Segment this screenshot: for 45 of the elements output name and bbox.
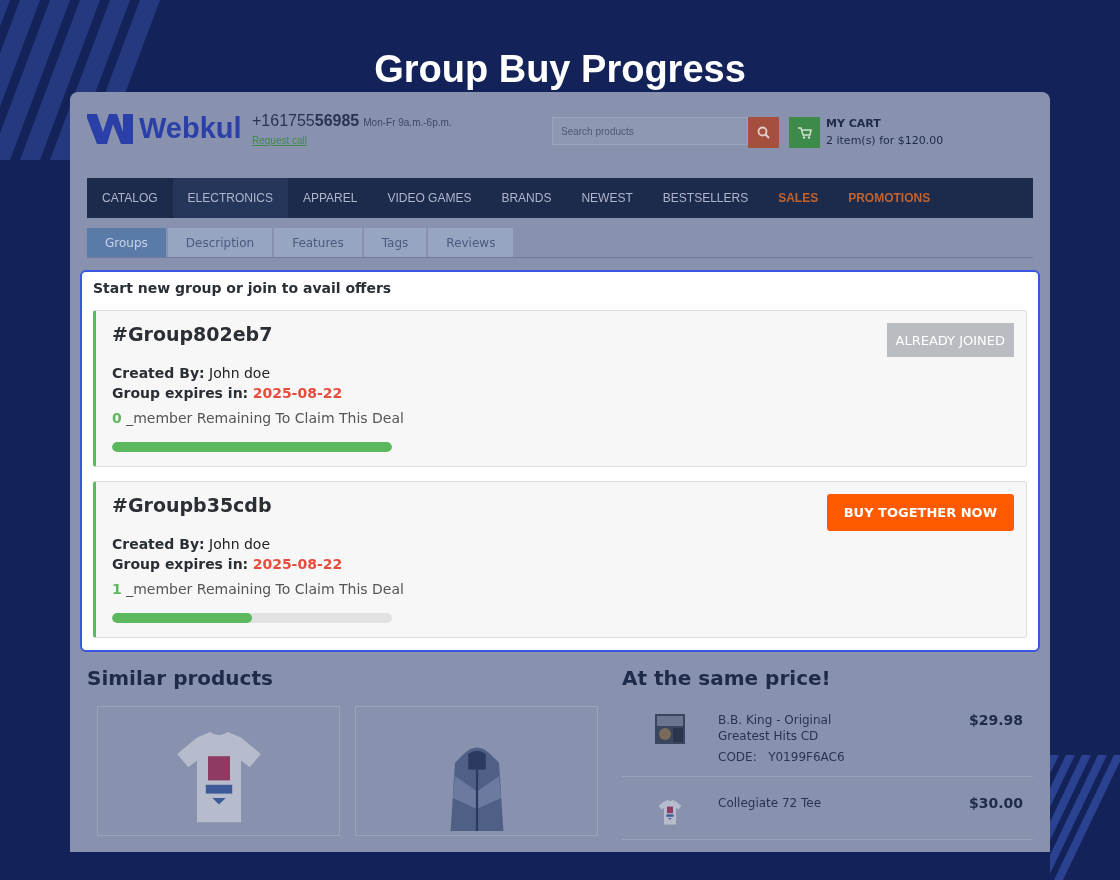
nav-item[interactable]: PROMOTIONS [833,178,946,218]
members-remaining: 1 _member Remaining To Claim This Deal [112,581,405,597]
cart-title: MY CART [826,117,882,130]
nav-item[interactable]: BESTSELLERS [647,178,764,218]
product-card[interactable] [97,706,340,836]
nav-item[interactable]: ELECTRONICS [172,178,288,218]
tab[interactable]: Description [167,228,273,257]
phone-number: +16175556985 [252,112,360,129]
group-name: #Groupb35cdb [112,494,272,516]
product-card[interactable] [355,706,598,836]
tab[interactable]: Features [274,228,362,257]
search-button[interactable] [748,117,779,148]
logo-icon [87,113,133,144]
product-price: $29.98 [967,712,1023,730]
opening-hours: Mon-Fr 9a.m.-6p.m. [363,117,452,128]
section-heading: At the same price! [622,666,832,690]
nav-item[interactable]: VIDEO GAMES [372,178,487,218]
product-name[interactable]: B.B. King - Original Greatest Hits CD [718,712,868,744]
section-heading: Similar products [87,666,274,690]
tab[interactable]: Tags [363,228,427,257]
product-price: $30.00 [967,795,1023,813]
group-name: #Group802eb7 [112,323,273,345]
page-title: Group Buy Progress [374,47,746,92]
panel-heading: Start new group or join to avail offers [93,280,393,296]
cart-button[interactable] [789,117,820,148]
nav-item[interactable]: BRANDS [486,178,567,218]
logo[interactable]: Webkul [87,112,252,145]
nav-item[interactable]: APPAREL [287,178,373,218]
search-field[interactable]: Search products [552,117,748,145]
tab[interactable]: Groups [87,228,166,257]
product-code: CODE: Y0199F6AC6 [718,750,846,764]
members-remaining: 0 _member Remaining To Claim This Deal [112,410,405,426]
cart-summary: 2 item(s) for $120.00 [826,134,944,147]
group-expiry: Group expires in: 2025-08-22 [112,555,344,574]
nav-item[interactable]: CATALOG [87,178,173,218]
created-by: Created By: John doe [112,535,272,554]
nav-item[interactable]: NEWEST [566,178,648,218]
product-name[interactable]: Collegiate 72 Tee [718,795,868,811]
search-icon [757,126,770,139]
cart-icon [797,126,812,139]
nav-item[interactable]: SALES [763,178,834,218]
tab[interactable]: Reviews [428,228,514,257]
buy-button[interactable]: BUY TOGETHER NOW [826,494,1014,531]
group-expiry: Group expires in: 2025-08-22 [112,384,344,403]
created-by: Created By: John doe [112,364,272,383]
